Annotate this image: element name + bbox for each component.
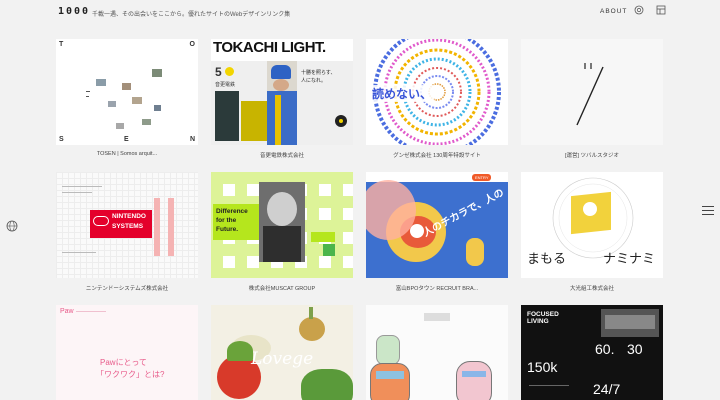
thumb-text: 人になれ。 — [301, 78, 327, 84]
site-thumbnail[interactable] — [521, 39, 663, 145]
site-caption[interactable]: ニンテンドーシステムズ株式会社 — [56, 284, 198, 292]
site-card[interactable]: TOKACHI LIGHT. 5 音更電鉄 十勝を照らす、 人になれ。 音更電鉄… — [211, 39, 353, 159]
site-logo[interactable]: 1000 — [58, 6, 90, 17]
thumb-letter: S — [59, 136, 64, 143]
about-link[interactable]: ABOUT — [600, 8, 627, 15]
site-card[interactable]: Lovege — [211, 305, 353, 400]
thumb-letter: N — [189, 136, 195, 143]
thumb-script: Lovege — [251, 349, 314, 369]
thumb-logo: Paw — [60, 308, 74, 315]
site-caption[interactable]: TOSEN | Somos arquit... — [56, 151, 198, 157]
window-icon[interactable] — [656, 5, 666, 15]
site-caption[interactable]: 富山BPOタウン RECRUIT BRA... — [366, 284, 508, 292]
site-thumbnail[interactable]: ENTRY 人のチカラで、人の — [366, 172, 508, 278]
site-thumbnail[interactable]: Paw Pawにとって 「ワクワク」とは? — [56, 305, 198, 400]
site-thumbnail[interactable]: Lovege — [211, 305, 353, 400]
thumb-text: まもる — [527, 251, 567, 266]
thumb-letter: O — [189, 41, 195, 48]
site-caption[interactable]: [運営] ツバルスタジオ — [521, 151, 663, 159]
thumb-text: SYSTEMS — [112, 223, 144, 230]
site-card[interactable]: Paw Pawにとって 「ワクワク」とは? — [56, 305, 198, 400]
thumb-number: 150k — [527, 359, 558, 375]
site-card[interactable]: T O S E N TOSEN | Somos arquit... — [56, 39, 198, 157]
thumb-badge: ENTRY — [472, 174, 492, 181]
thumb-title: 読めない、 — [370, 85, 435, 102]
thumb-text: Pawにとって — [100, 358, 147, 367]
thumb-number: 5 — [215, 65, 222, 79]
thumb-text: NINTENDO — [112, 213, 146, 220]
site-thumbnail[interactable]: Difference for the Future. — [211, 172, 353, 278]
thumb-letter: T — [59, 41, 64, 48]
site-caption[interactable]: グンゼ株式会社 130周年特設サイト — [366, 151, 508, 159]
site-card[interactable] — [366, 305, 508, 400]
site-caption[interactable]: 大光組工株式会社 — [521, 284, 663, 292]
site-thumbnail[interactable] — [366, 305, 508, 400]
site-card[interactable]: ENTRY 人のチカラで、人の 富山BPOタウン RECRUIT BRA... — [366, 172, 508, 292]
thumb-text: Difference — [216, 208, 248, 215]
site-thumbnail[interactable]: T O S E N — [56, 39, 198, 145]
thumb-text: ナミナミ — [603, 251, 656, 266]
thumb-text: 十勝を照らす、 — [301, 70, 336, 76]
thumb-number: 60. — [595, 341, 615, 357]
site-card[interactable]: [運営] ツバルスタジオ — [521, 39, 663, 159]
thumb-headline: FOCUSED LIVING — [527, 311, 559, 326]
site-card[interactable]: まもる ナミナミ 大光組工株式会社 — [521, 172, 663, 292]
thumb-letter: E — [124, 136, 129, 143]
site-caption[interactable]: 株式会社MUSCAT GROUP — [211, 284, 353, 292]
site-thumbnail[interactable]: まもる ナミナミ — [521, 172, 663, 278]
site-tagline: 千載一遇、その出会いをここから。優れたサイトのWebデザインリンク集 — [92, 12, 291, 18]
site-thumbnail[interactable]: TOKACHI LIGHT. 5 音更電鉄 十勝を照らす、 人になれ。 — [211, 39, 353, 145]
thumb-sub: 音更電鉄 — [215, 82, 236, 88]
site-card[interactable]: Difference for the Future. 株式会社MUSCAT GR… — [211, 172, 353, 292]
thumb-text: 「ワクワク」とは? — [96, 370, 165, 379]
thumb-text: Future. — [216, 226, 239, 233]
hamburger-icon[interactable] — [702, 206, 714, 216]
site-card[interactable]: FOCUSED LIVING 60. 30 150k 24/7 — [521, 305, 663, 400]
site-card[interactable]: NINTENDO SYSTEMS ニンテンドーシステムズ株式会社 — [56, 172, 198, 292]
site-thumbnail[interactable]: FOCUSED LIVING 60. 30 150k 24/7 — [521, 305, 663, 400]
site-thumbnail[interactable]: NINTENDO SYSTEMS — [56, 172, 198, 278]
thumb-number: 30 — [627, 341, 643, 357]
site-thumbnail[interactable]: 読めない、 — [366, 39, 508, 145]
circle-icon[interactable] — [634, 5, 644, 15]
site-caption[interactable]: 音更電鉄株式会社 — [211, 151, 353, 159]
thumb-number: 24/7 — [593, 381, 621, 397]
site-card[interactable]: 読めない、 グンゼ株式会社 130周年特設サイト — [366, 39, 508, 159]
globe-icon[interactable] — [6, 220, 18, 232]
thumb-text: for the — [216, 217, 237, 224]
thumb-mark — [576, 63, 604, 126]
header: 1000 千載一遇、その出会いをここから。優れたサイトのWebデザインリンク集 … — [0, 0, 720, 24]
thumb-headline: TOKACHI LIGHT. — [213, 39, 326, 56]
